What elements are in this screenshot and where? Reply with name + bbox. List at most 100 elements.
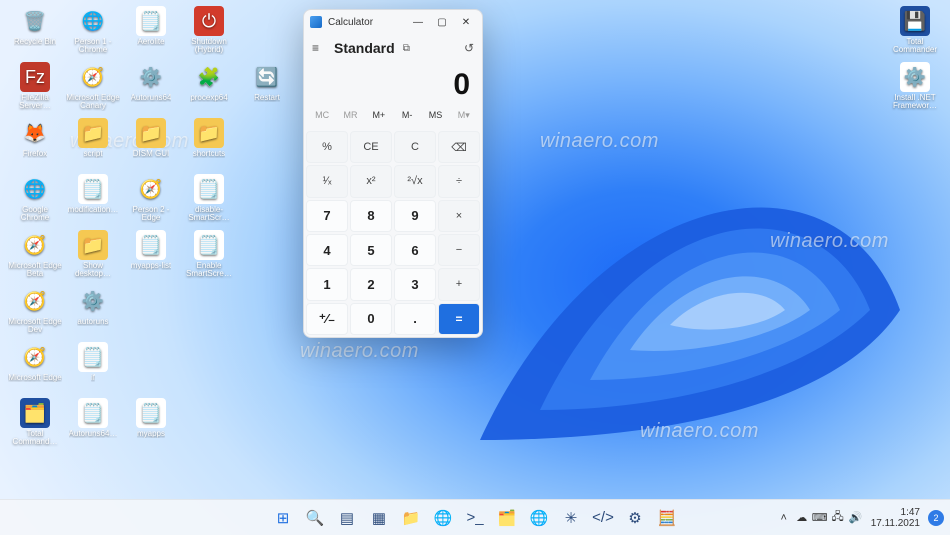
desktop-icon-show-desktop[interactable]: 📁Show desktop…	[64, 228, 122, 284]
desktop-icon-procexp64[interactable]: 🧩procexp64	[180, 60, 238, 116]
key-9[interactable]: 9	[394, 200, 436, 232]
desktop-icon-label: Microsoft Edge Beta	[8, 262, 62, 279]
desktop-icon-recycle-bin[interactable]: 🗑️Recycle Bin	[6, 4, 64, 60]
taskbar-settings[interactable]: ⚙	[621, 504, 649, 532]
person2-edge-icon: 🧭	[136, 174, 166, 204]
desktop-icon-script[interactable]: 📁script	[64, 116, 122, 172]
taskbar-clock[interactable]: 1:47 17.11.2021	[867, 507, 924, 529]
close-button[interactable]: ✕	[454, 12, 478, 32]
notifications-badge[interactable]: 2	[928, 510, 944, 526]
key-x²[interactable]: x²	[350, 165, 392, 197]
desktop-icon-enable-smartscreen[interactable]: 🗒️Enable SmartScre…	[180, 228, 238, 284]
desktop-icon-edge-beta[interactable]: 🧭Microsoft Edge Beta	[6, 228, 64, 284]
desktop-icon-disable-smartscreen[interactable]: 🗒️disable-SmartScr…	[180, 172, 238, 228]
key-×[interactable]: ×	[438, 200, 480, 232]
taskbar-file-explorer[interactable]: 📁	[397, 504, 425, 532]
maximize-button[interactable]: ▢	[430, 12, 454, 32]
key-8[interactable]: 8	[350, 200, 392, 232]
key-5[interactable]: 5	[350, 234, 392, 266]
key-4[interactable]: 4	[306, 234, 348, 266]
desktop-icon-autoruns[interactable]: ⚙️autoruns	[64, 284, 122, 340]
minimize-button[interactable]: ―	[406, 12, 430, 32]
desktop-icon-edge-canary[interactable]: 🧭Microsoft Edge Canary	[64, 60, 122, 116]
desktop-icon-aerolite[interactable]: 🗒️Aerolite	[122, 4, 180, 60]
key-²√x[interactable]: ²√x	[394, 165, 436, 197]
desktop-icon-label: script	[83, 150, 102, 158]
desktop-icon-autoruns64-2[interactable]: 🗒️Autoruns64…	[64, 396, 122, 452]
key-2[interactable]: 2	[350, 268, 392, 300]
taskbar-center: ⊞🔍▤▦📁🌐>_🗂️🌐✳</>⚙🧮	[269, 504, 681, 532]
desktop-icon-shortcuts[interactable]: 📁shortcuts	[180, 116, 238, 172]
taskbar-start[interactable]: ⊞	[269, 504, 297, 532]
desktop-icon-if[interactable]: 🗒️if	[64, 340, 122, 396]
install-net-icon: ⚙️	[900, 62, 930, 92]
key-.[interactable]: .	[394, 303, 436, 335]
edge-canary-icon: 🧭	[78, 62, 108, 92]
desktop-icon-total-commander[interactable]: 🗂️Total Command…	[6, 396, 64, 452]
desktop-icon-restart[interactable]: 🔄Restart	[238, 60, 296, 116]
desktop-icon-myapps[interactable]: 🗒️myapps	[122, 396, 180, 452]
taskbar-right: ˄☁⌨🖧🔊 1:47 17.11.2021 2	[775, 506, 944, 530]
desktop-icon-myapps-list[interactable]: 🗒️myapps-list	[122, 228, 180, 284]
key-=[interactable]: =	[438, 303, 480, 335]
desktop-icon-firefox[interactable]: 🦊Firefox	[6, 116, 64, 172]
key-C[interactable]: C	[394, 131, 436, 163]
mem-mlist: M▾	[450, 106, 478, 125]
tray-network-icon[interactable]: 🖧	[829, 506, 847, 530]
desktop-icon-install-net[interactable]: ⚙️Install .NET Framewor…	[886, 60, 944, 116]
key-1[interactable]: 1	[306, 268, 348, 300]
hamburger-icon[interactable]: ≡	[312, 41, 326, 55]
mem-ms[interactable]: MS	[421, 106, 449, 125]
calculator-titlebar[interactable]: Calculator ― ▢ ✕	[304, 10, 482, 34]
desktop-icon-label: Firefox	[23, 150, 47, 158]
key-CE[interactable]: CE	[350, 131, 392, 163]
desktop-icon-filezilla-server[interactable]: FzFileZilla Server…	[6, 60, 64, 116]
taskbar-chrome[interactable]: 🌐	[525, 504, 553, 532]
tray-language-icon[interactable]: ⌨	[811, 506, 829, 530]
desktop-icon-person2-edge[interactable]: 🧭Person 2 - Edge	[122, 172, 180, 228]
desktop-icon-modification[interactable]: 🗒️modification…	[64, 172, 122, 228]
taskbar-winaero[interactable]: ✳	[557, 504, 585, 532]
key-¹⁄ₓ[interactable]: ¹⁄ₓ	[306, 165, 348, 197]
key-+[interactable]: +	[438, 268, 480, 300]
taskbar-search[interactable]: 🔍	[301, 504, 329, 532]
tray-chevron-icon[interactable]: ˄	[775, 506, 793, 530]
filezilla-server-icon: Fz	[20, 62, 50, 92]
desktop-icon-dism-gui[interactable]: 📁DISM GUI	[122, 116, 180, 172]
google-chrome-icon: 🌐	[20, 174, 50, 204]
key-⁺∕₋[interactable]: ⁺∕₋	[306, 303, 348, 335]
key-⌫[interactable]: ⌫	[438, 131, 480, 163]
desktop-icon-edge[interactable]: 🧭Microsoft Edge	[6, 340, 64, 396]
taskbar-calculator[interactable]: 🧮	[653, 504, 681, 532]
desktop-icon-autoruns64[interactable]: ⚙️Autoruns64	[122, 60, 180, 116]
mem-m+[interactable]: M+	[365, 106, 393, 125]
key-%[interactable]: %	[306, 131, 348, 163]
history-icon[interactable]: ↺	[464, 41, 474, 55]
taskbar-task-view[interactable]: ▤	[333, 504, 361, 532]
desktop-icon-total-commander-r[interactable]: 💾Total Commander	[886, 4, 944, 60]
key-0[interactable]: 0	[350, 303, 392, 335]
desktop-icon-shutdown-hybrid[interactable]: ⏻Shutdown (Hybrid)	[180, 4, 238, 60]
autoruns64-icon: ⚙️	[136, 62, 166, 92]
key-7[interactable]: 7	[306, 200, 348, 232]
tray-onedrive-icon[interactable]: ☁	[793, 506, 811, 530]
desktop-icon-person1-chrome[interactable]: 🌐Person 1 - Chrome	[64, 4, 122, 60]
desktop-icon-edge-dev[interactable]: 🧭Microsoft Edge Dev	[6, 284, 64, 340]
taskbar-total-commander[interactable]: 🗂️	[493, 504, 521, 532]
taskbar-edge[interactable]: 🌐	[429, 504, 457, 532]
myapps-list-icon: 🗒️	[136, 230, 166, 260]
watermark: winaero.com	[300, 340, 419, 363]
modification-icon: 🗒️	[78, 174, 108, 204]
desktop-icon-label: Restart	[254, 94, 280, 102]
tray-volume-icon[interactable]: 🔊	[847, 506, 865, 530]
key-3[interactable]: 3	[394, 268, 436, 300]
desktop-icon-google-chrome[interactable]: 🌐Google Chrome	[6, 172, 64, 228]
taskbar-terminal[interactable]: >_	[461, 504, 489, 532]
keep-on-top-icon[interactable]: ⧉	[403, 43, 410, 54]
taskbar-widgets[interactable]: ▦	[365, 504, 393, 532]
key-−[interactable]: −	[438, 234, 480, 266]
key-÷[interactable]: ÷	[438, 165, 480, 197]
mem-m-[interactable]: M-	[393, 106, 421, 125]
key-6[interactable]: 6	[394, 234, 436, 266]
taskbar-vscode[interactable]: </>	[589, 504, 617, 532]
